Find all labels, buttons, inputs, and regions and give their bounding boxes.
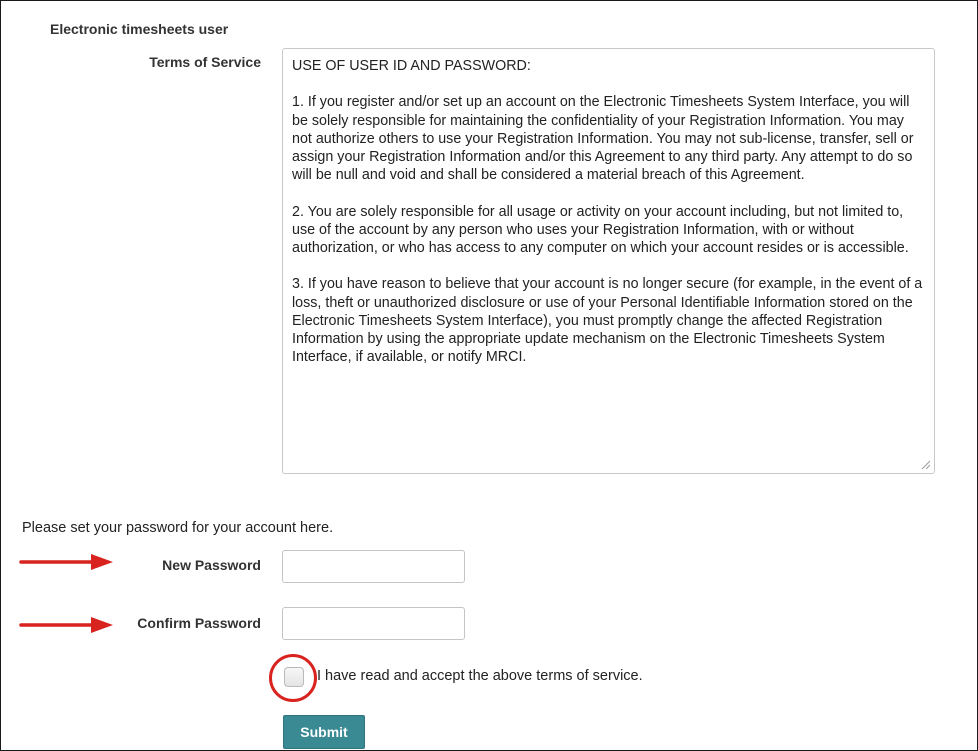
tos-paragraph-2: 2. You are solely responsible for all us…	[292, 203, 909, 256]
new-password-label: New Password	[162, 557, 261, 573]
page-frame: Electronic timesheets user Terms of Serv…	[0, 0, 978, 751]
resize-grip-icon[interactable]	[921, 460, 931, 470]
accept-terms-label[interactable]: I have read and accept the above terms o…	[317, 668, 643, 684]
tos-paragraph-3: 3. If you have reason to believe that yo…	[292, 276, 923, 366]
password-instructions: Please set your password for your accoun…	[22, 520, 334, 536]
terms-of-service-textarea[interactable]: USE OF USER ID AND PASSWORD: 1. If you r…	[282, 48, 935, 474]
submit-button[interactable]: Submit	[283, 715, 365, 749]
confirm-password-input[interactable]	[282, 607, 465, 640]
terms-of-service-label: Terms of Service	[149, 54, 261, 70]
annotation-circle-icon	[269, 654, 317, 702]
confirm-password-label: Confirm Password	[137, 615, 261, 631]
tos-heading: USE OF USER ID AND PASSWORD:	[292, 58, 531, 74]
new-password-input[interactable]	[282, 550, 465, 583]
tos-paragraph-1: 1. If you register and/or set up an acco…	[292, 94, 914, 184]
section-title: Electronic timesheets user	[50, 21, 229, 37]
